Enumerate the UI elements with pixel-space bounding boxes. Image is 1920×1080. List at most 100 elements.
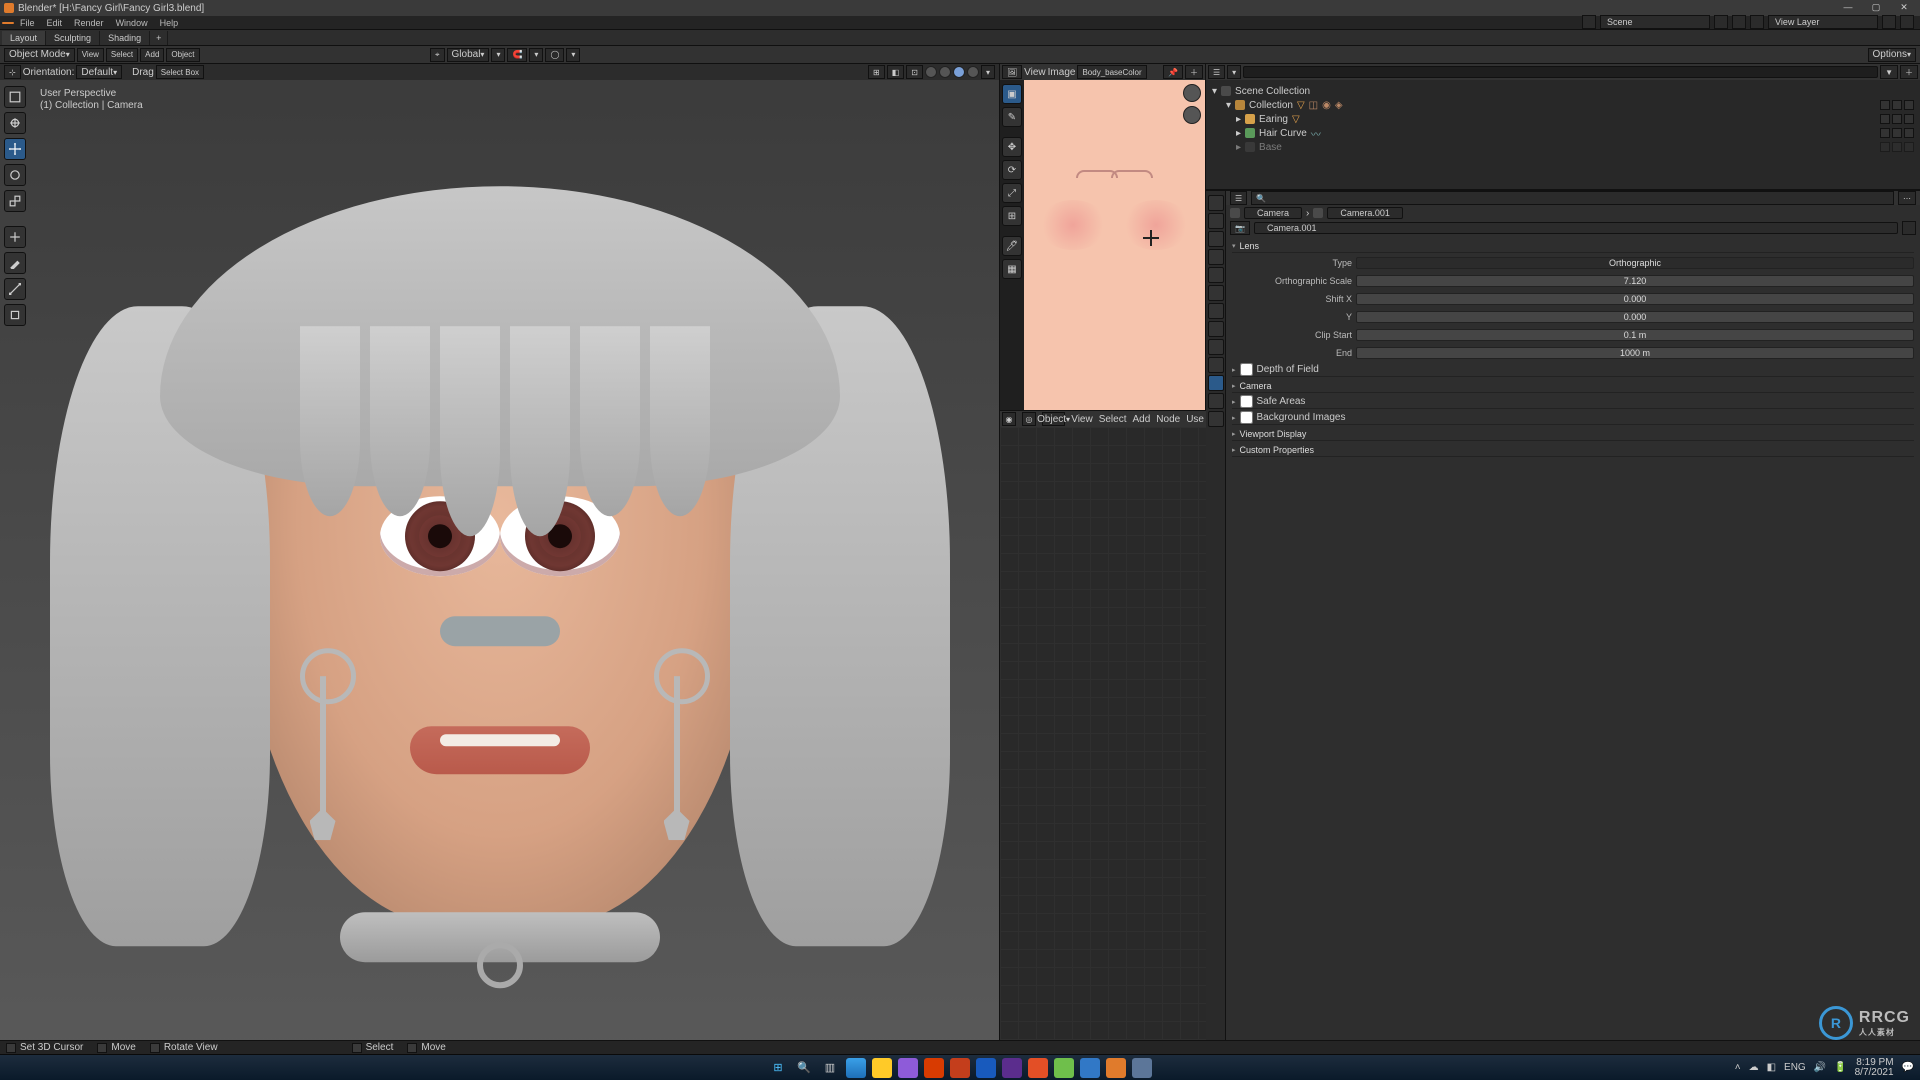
- section-custom-props[interactable]: Custom Properties: [1232, 443, 1914, 457]
- tool-transform[interactable]: [4, 226, 26, 248]
- section-safeareas[interactable]: Safe Areas: [1232, 395, 1914, 409]
- tool-rotate[interactable]: [4, 164, 26, 186]
- taskbar-obs-icon[interactable]: [1132, 1058, 1152, 1078]
- node-type-icon[interactable]: ◎: [1022, 412, 1036, 426]
- viewlayer-browse-icon[interactable]: [1750, 15, 1764, 29]
- img-menu-image[interactable]: Image: [1048, 67, 1076, 78]
- props-search-input[interactable]: 🔍: [1251, 191, 1894, 205]
- shifty-field[interactable]: 0.000: [1356, 311, 1914, 323]
- img-tool-sample[interactable]: ▣: [1002, 84, 1022, 104]
- img-tool-move[interactable]: ✥: [1002, 137, 1022, 157]
- image-new-icon[interactable]: ＋: [1185, 65, 1203, 79]
- breadcrumb-data[interactable]: Camera.001: [1327, 207, 1403, 219]
- shading-solid-icon[interactable]: [939, 66, 951, 78]
- outliner-new-collection-icon[interactable]: ＋: [1900, 65, 1918, 79]
- tool-measure[interactable]: [4, 278, 26, 300]
- ptab-physics[interactable]: [1208, 339, 1224, 355]
- section-viewport-display[interactable]: Viewport Display: [1232, 427, 1914, 441]
- ptab-world[interactable]: [1208, 267, 1224, 283]
- ortho-scale-field[interactable]: 7.120: [1356, 275, 1914, 287]
- dof-checkbox[interactable]: [1240, 363, 1253, 376]
- menu-edit[interactable]: Edit: [41, 17, 69, 29]
- taskbar-office-icon[interactable]: [924, 1058, 944, 1078]
- tool-scale[interactable]: [4, 190, 26, 212]
- tool-select-box[interactable]: [4, 86, 26, 108]
- tray-app-icon[interactable]: ◧: [1767, 1062, 1776, 1073]
- ptab-data-camera[interactable]: [1208, 375, 1224, 391]
- mode-dropdown[interactable]: Object Mode ▾: [4, 48, 75, 62]
- img-tool-fill[interactable]: ▦: [1002, 259, 1022, 279]
- window-maximize-button[interactable]: ▢: [1862, 0, 1890, 14]
- ptab-constraints[interactable]: [1208, 357, 1224, 373]
- tool-move[interactable]: [4, 138, 26, 160]
- tab-shading[interactable]: Shading: [100, 31, 150, 45]
- tray-lang[interactable]: ENG: [1784, 1062, 1806, 1073]
- scene-new-icon[interactable]: [1714, 15, 1728, 29]
- type-select[interactable]: Orthographic: [1356, 257, 1914, 269]
- clipend-field[interactable]: 1000 m: [1356, 347, 1914, 359]
- outliner-item-earing[interactable]: ▸ Earing ▽: [1212, 112, 1914, 126]
- vp-menu-add[interactable]: Add: [140, 48, 164, 62]
- vp-menu-view[interactable]: View: [77, 48, 104, 62]
- taskbar-app9-icon[interactable]: [1054, 1058, 1074, 1078]
- ptab-viewlayer[interactable]: [1208, 231, 1224, 247]
- taskbar-search-icon[interactable]: 🔍: [794, 1058, 814, 1078]
- proportional-dropdown[interactable]: ▾: [566, 48, 580, 62]
- viewlayer-delete-icon[interactable]: [1900, 15, 1914, 29]
- section-bgimages[interactable]: Background Images: [1232, 411, 1914, 425]
- proportional-toggle[interactable]: ◯: [545, 48, 564, 62]
- nav-rotate-icon[interactable]: [1183, 84, 1201, 102]
- menu-help[interactable]: Help: [154, 17, 185, 29]
- img-tool-draw[interactable]: 🖊: [1002, 236, 1022, 256]
- img-tool-annotate[interactable]: ✎: [1002, 107, 1022, 127]
- img-tool-scale[interactable]: ⤢: [1002, 183, 1022, 203]
- orientation-dropdown[interactable]: Global ▾: [447, 48, 490, 62]
- selectbox-dropdown[interactable]: Select Box: [156, 65, 204, 79]
- safeareas-checkbox[interactable]: [1240, 395, 1253, 408]
- xray-toggle[interactable]: ⊡: [906, 65, 923, 79]
- vp-menu-select[interactable]: Select: [106, 48, 138, 62]
- taskbar-app8-icon[interactable]: [1028, 1058, 1048, 1078]
- breadcrumb-object[interactable]: Camera: [1244, 207, 1302, 219]
- section-lens[interactable]: Lens: [1232, 239, 1914, 253]
- tool-cursor[interactable]: [4, 112, 26, 134]
- shading-render-icon[interactable]: [967, 66, 979, 78]
- cursor-tool-icon[interactable]: ⊹: [4, 65, 21, 79]
- menu-file[interactable]: File: [14, 17, 41, 29]
- section-dof[interactable]: Depth of Field: [1232, 363, 1914, 377]
- ptab-scene[interactable]: [1208, 249, 1224, 265]
- outliner-item-base[interactable]: ▸ Base: [1212, 140, 1914, 154]
- tool-add-primitive[interactable]: [4, 304, 26, 326]
- node-menu-select[interactable]: Select: [1099, 414, 1127, 425]
- ptab-material[interactable]: [1208, 393, 1224, 409]
- scene-browse-icon[interactable]: [1582, 15, 1596, 29]
- start-button[interactable]: ⊞: [768, 1058, 788, 1078]
- datablock-users-icon[interactable]: [1902, 221, 1916, 235]
- tray-onedrive-icon[interactable]: ☁: [1749, 1062, 1759, 1073]
- node-graph-area[interactable]: [1000, 427, 1206, 1054]
- image-pin-icon[interactable]: 📌: [1163, 65, 1183, 79]
- taskbar-teams-icon[interactable]: [1002, 1058, 1022, 1078]
- vp-menu-object[interactable]: Object: [166, 48, 199, 62]
- shading-wire-icon[interactable]: [925, 66, 937, 78]
- image-linked-dropdown[interactable]: Body_baseColor: [1077, 65, 1146, 79]
- ptab-texture[interactable]: [1208, 411, 1224, 427]
- tray-wifi-icon[interactable]: 🔊: [1814, 1062, 1826, 1073]
- viewlayer-name-field[interactable]: View Layer: [1768, 15, 1878, 29]
- tray-battery-icon[interactable]: 🔋: [1834, 1062, 1846, 1073]
- editor-type-dropdown[interactable]: 🖼: [1002, 65, 1022, 79]
- node-editor-type-dropdown[interactable]: ◉: [1002, 412, 1016, 426]
- tab-layout[interactable]: Layout: [2, 31, 46, 45]
- 3d-viewport[interactable]: ⊹ Orientation: Default ▾ Drag Select Box…: [0, 64, 1000, 1054]
- img-tool-transform[interactable]: ⊞: [1002, 206, 1022, 226]
- snap-toggle[interactable]: 🧲: [507, 48, 527, 62]
- props-type-icon[interactable]: ☰: [1230, 191, 1247, 205]
- outliner-item-collection[interactable]: ▾ Collection ▽◫◉◈: [1212, 98, 1914, 112]
- ptab-particles[interactable]: [1208, 321, 1224, 337]
- tray-chevron-up-icon[interactable]: ˄: [1735, 1062, 1741, 1073]
- tab-sculpting[interactable]: Sculpting: [46, 31, 100, 45]
- outliner-item-haircurve[interactable]: ▸ Hair Curve 〰: [1212, 126, 1914, 140]
- ptab-render[interactable]: [1208, 195, 1224, 211]
- shading-dropdown[interactable]: ▾: [981, 65, 995, 79]
- img-menu-view[interactable]: View: [1024, 67, 1046, 78]
